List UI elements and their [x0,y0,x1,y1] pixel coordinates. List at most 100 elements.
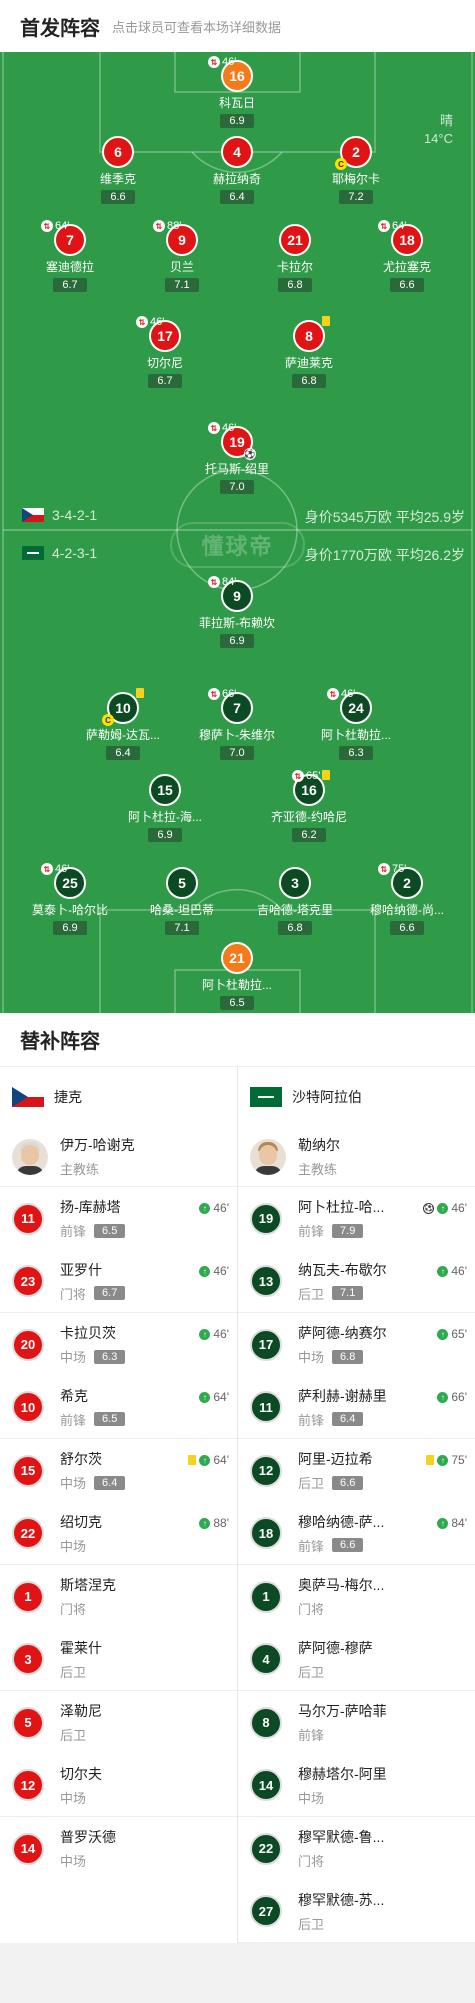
home-player[interactable]: 6 维季克 6.6 [63,136,173,205]
sub-jersey-number: 10 [12,1391,44,1423]
home-player[interactable]: 18 ⇅ 64' 尤拉塞克 6.6 [352,220,462,293]
home-player[interactable]: 4 赫拉纳奇 6.4 [182,136,292,205]
away-player[interactable]: 9 ⇅ 84' 菲拉斯-布赖坎 6.9 [182,576,292,649]
lineup-hint: 点击球员可查看本场详细数据 [112,19,282,35]
home-player[interactable]: 21 卡拉尔 6.8 [240,224,350,293]
substitution-marker: ⇅ 46' [41,863,69,875]
player-rating: 6.7 [148,374,182,388]
sub-player-row[interactable]: 22 绍切克 中场 ↑ 88' [0,1502,237,1565]
sub-player-position: 后卫 [298,1286,325,1302]
sub-player-row[interactable]: 17 萨阿德-纳赛尔 中场 6.8 ↑ 65' [238,1313,475,1376]
player-name: 切尔尼 [146,356,183,370]
jersey-number: 21 [279,224,311,256]
away-player[interactable]: 16 ⇅ 65' 齐亚德-约哈尼 6.2 [254,770,364,843]
sub-player-rating: 6.5 [94,1412,126,1426]
player-rating: 6.8 [292,374,326,388]
weather-condition: 晴 [439,113,453,128]
player-rating: 6.8 [278,278,312,292]
away-player[interactable]: 21 阿卜杜勒拉... 6.5 [182,942,292,1011]
sub-player-position: 中场 [298,1350,325,1365]
away-player[interactable]: 2 ⇅ 75' 穆哈纳德-尚... 6.6 [352,863,462,936]
sub-on-time: 46' [213,1327,229,1341]
sub-on-icon: ↑ [199,1328,211,1340]
substitution-marker: ⇅ 65' [292,770,320,782]
sub-player-name: 普罗沃德 [60,1829,116,1845]
sub-player-row[interactable]: 14 普罗沃德 中场 [0,1817,237,1880]
player-name: 阿卜杜拉-海... [128,810,202,824]
sub-player-row[interactable]: 11 扬-库赫塔 前锋 6.5 ↑ 46' [0,1187,237,1250]
sub-player-name: 奥萨马-梅尔... [298,1577,385,1593]
sub-player-rating: 6.7 [94,1286,126,1300]
away-player[interactable]: 3 吉哈德-塔克里 6.8 [240,867,350,936]
sub-player-name: 萨阿德-穆萨 [298,1639,373,1656]
sub-player-row[interactable]: 23 亚罗什 门将 6.7 ↑ 46' [0,1250,237,1313]
sub-player-name: 萨利赫-谢赫里 [298,1387,387,1404]
home-player[interactable]: 8 萨迪莱克 6.8 [254,316,364,389]
sub-events: ↑ 84' [437,1516,467,1530]
sub-player-row[interactable]: 19 阿卜杜拉-哈... 前锋 7.9 ⚽ ↑ 46' [238,1187,475,1250]
sub-player-row[interactable]: 1 斯塔涅克 门将 [0,1565,237,1628]
sub-jersey-number: 13 [250,1265,282,1297]
home-player[interactable]: 7 ⇅ 64' 塞迪德拉 6.7 [15,220,125,293]
sub-player-position: 中场 [60,1538,87,1554]
sub-player-row[interactable]: 15 舒尔茨 中场 6.4 ↑ 64' [0,1439,237,1502]
sub-player-position: 前锋 [298,1728,325,1743]
home-player[interactable]: 19 ⇅ 46' ⚽ 托马斯-绍里 7.0 [182,422,292,495]
sub-player-row[interactable]: 20 卡拉贝茨 中场 6.3 ↑ 46' [0,1313,237,1376]
sub-player-position: 门将 [298,1602,325,1617]
away-player[interactable]: 25 ⇅ 46' 莫泰卜-哈尔比 6.9 [15,863,125,936]
home-coach[interactable]: 伊万-哈谢克 主教练 [0,1127,237,1187]
home-player[interactable]: 16 ⇅ 46' 科瓦日 6.9 [182,56,292,129]
sub-player-name: 绍切克 [60,1513,102,1530]
away-player[interactable]: 15 阿卜杜拉-海... 6.9 [110,774,220,843]
home-team-name: 捷克 [54,1089,82,1105]
sub-player-rating: 6.5 [94,1223,126,1238]
player-name: 贝兰 [169,260,194,274]
sub-player-name: 切尔夫 [60,1765,102,1782]
sub-player-row[interactable]: 8 马尔万-萨哈菲 前锋 [238,1691,475,1754]
player-rating: 6.4 [106,746,140,760]
away-player[interactable]: 24 ⇅ 46' 阿卜杜勒拉... 6.3 [301,688,411,761]
home-player[interactable]: 9 ⇅ 88' 贝兰 7.1 [127,220,237,293]
sub-player-position: 前锋 [298,1538,325,1554]
away-player[interactable]: 7 ⇅ 66' 穆萨卜-朱维尔 7.0 [182,688,292,761]
sub-player-name: 阿里-迈拉希 [298,1451,373,1467]
away-player[interactable]: 5 哈桑-坦巴蒂 7.1 [127,867,237,936]
away-team-header: 沙特阿拉伯 [238,1067,475,1127]
sub-player-row[interactable]: 3 霍莱什 后卫 [0,1628,237,1691]
sub-player-row[interactable]: 27 穆罕默德-苏... 后卫 [238,1880,475,1943]
sub-player-row[interactable]: 5 泽勒尼 后卫 [0,1691,237,1754]
sub-jersey-number: 27 [250,1895,282,1927]
away-value: 身价1770万欧 平均26.2岁 [304,547,465,563]
away-team-name: 沙特阿拉伯 [292,1089,362,1105]
sub-events: ↑ 66' [437,1390,467,1404]
coach-avatar [250,1138,286,1175]
away-coach[interactable]: 勒纳尔 主教练 [238,1127,475,1187]
sub-on-time: 46' [213,1201,229,1215]
sub-player-row[interactable]: 4 萨阿德-穆萨 后卫 [238,1628,475,1691]
sub-player-row[interactable]: 13 纳瓦夫-布歇尔 后卫 7.1 ↑ 46' [238,1250,475,1313]
yellow-card-icon [426,1455,435,1465]
sub-jersey-number: 4 [250,1643,282,1675]
player-name: 阿卜杜勒拉... [320,728,391,742]
home-player[interactable]: 17 ⇅ 46' 切尔尼 6.7 [110,316,220,389]
sub-player-row[interactable]: 22 穆罕默德-鲁... 门将 [238,1817,475,1880]
sub-events: ↑ 64' [188,1453,229,1467]
away-player[interactable]: 10 C 萨勒姆-达瓦... 6.4 [68,688,178,761]
sub-player-row[interactable]: 12 阿里-迈拉希 后卫 6.6 ↑ 75' [238,1439,475,1502]
sub-player-row[interactable]: 1 奥萨马-梅尔... 门将 [238,1565,475,1628]
sub-off-icon: ⇅ [136,316,148,328]
home-player[interactable]: 2 C 耶梅尔卡 7.2 [301,136,411,205]
sub-player-row[interactable]: 12 切尔夫 中场 [0,1754,237,1817]
sub-player-row[interactable]: 14 穆赫塔尔-阿里 中场 [238,1754,475,1817]
sub-on-time: 84' [451,1516,467,1530]
sub-player-row[interactable]: 11 萨利赫-谢赫里 前锋 6.4 ↑ 66' [238,1376,475,1439]
sub-off-icon: ⇅ [378,863,390,875]
coach-name: 伊万-哈谢克 [60,1137,135,1153]
sub-player-row[interactable]: 18 穆哈纳德-萨... 前锋 6.6 ↑ 84' [238,1502,475,1565]
sub-player-row[interactable]: 10 希克 前锋 6.5 ↑ 64' [0,1376,237,1439]
player-name: 维季克 [99,172,136,186]
sub-events: ↑ 46' [199,1264,229,1278]
sub-player-name: 穆罕默德-鲁... [298,1829,385,1845]
sub-on-time: 75' [451,1453,467,1467]
